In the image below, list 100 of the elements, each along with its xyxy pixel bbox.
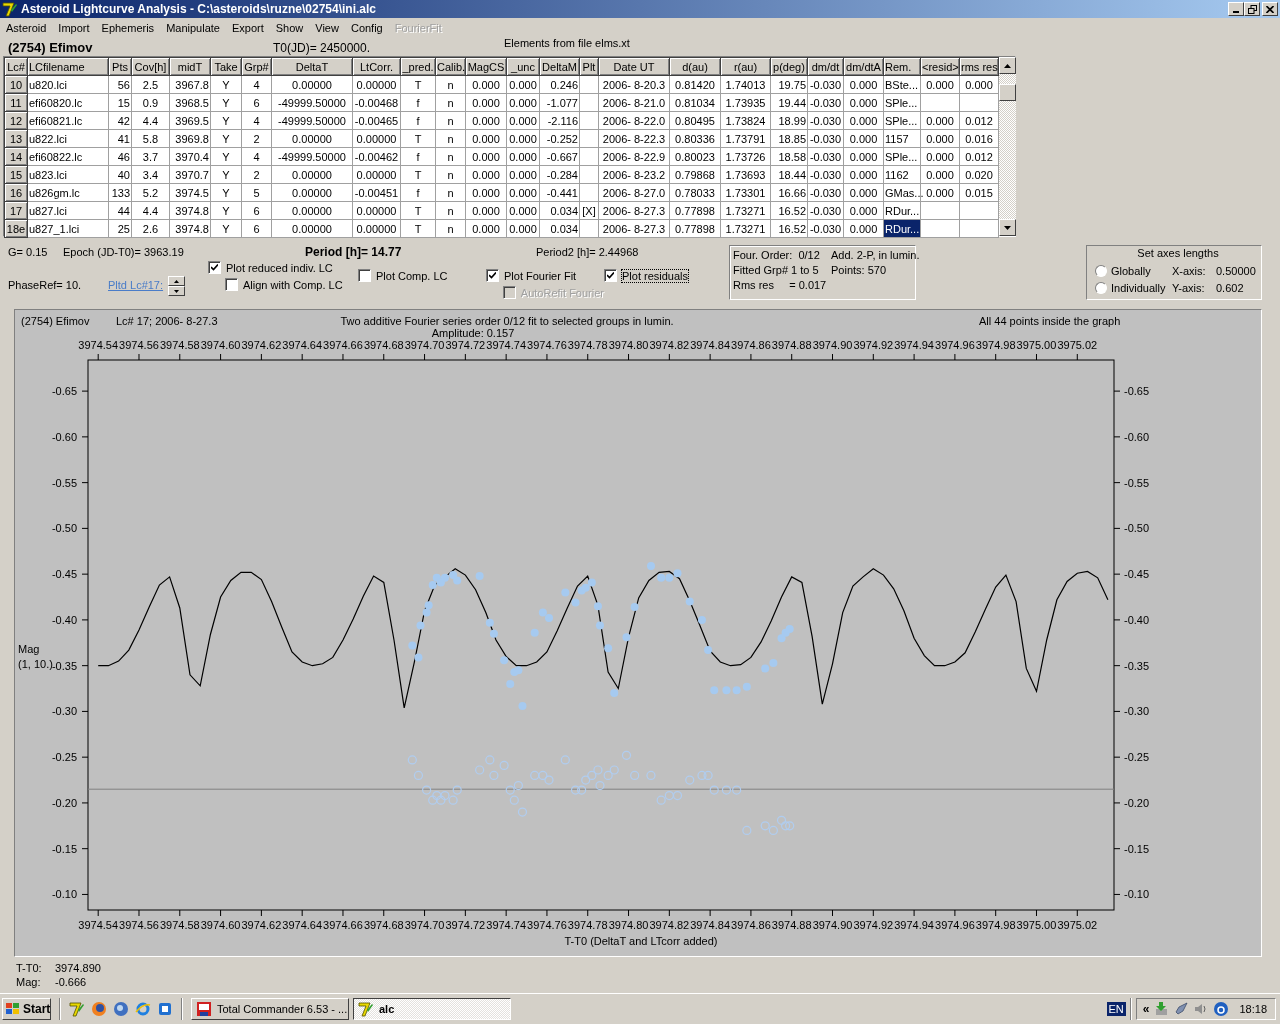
checkbox-label[interactable]: Plot residuals [622,269,689,282]
column-header[interactable]: dm/dtA [843,57,884,76]
spin-down-button[interactable] [168,286,185,296]
table-cell: -49999.50000 [271,147,353,166]
menu-item[interactable]: View [309,21,345,34]
table-cell: 19.44 [770,93,808,112]
menu-item[interactable]: Import [52,21,96,34]
column-header[interactable]: <resid> [920,57,960,76]
checkbox[interactable] [358,269,371,282]
column-header[interactable]: midT [169,57,211,76]
column-header[interactable]: _unc [506,57,540,76]
column-header[interactable]: Rem. [883,57,921,76]
column-header[interactable]: LtCorr. [352,57,401,76]
column-header[interactable]: LCfilename [27,57,109,76]
x-tick-label: 3974.72 [445,339,486,351]
start-button[interactable]: Start [2,997,51,1020]
table-cell: 0.9 [131,93,170,112]
radio-label[interactable]: Individually [1111,281,1172,294]
checkbox-label[interactable]: Align with Comp. LC [243,278,343,291]
data-point [785,625,794,634]
menu-item[interactable]: Ephemeris [95,21,161,34]
minimize-button[interactable] [1228,2,1244,16]
menu-item[interactable]: Export [225,21,270,34]
globe-icon[interactable] [91,1000,107,1017]
data-point [428,581,437,590]
checkmark-icon [211,264,218,271]
circle-icon[interactable] [1213,1000,1230,1017]
data-point [673,569,682,578]
x-tick-label: 3974.54 [78,919,119,931]
plot-heading: Two additive Fourier series order 0/12 fit to selected groups in lumin. [340,315,674,327]
table-cell: 2006- 8-27.0 [598,183,670,202]
y-tick-label: -0.20 [1124,796,1150,809]
fit-info-text: Rms res = 0.017 [733,279,828,291]
taskbar-button[interactable]: Total Commander 6.53 - ... [191,997,349,1020]
scroll-up-button[interactable] [999,57,1016,74]
table-cell: 3969.8 [169,129,211,148]
menu-item[interactable]: Show [269,21,310,34]
data-point [475,571,484,580]
table-cell: -0.030 [807,93,844,112]
menu-item[interactable]: Manipulate [160,21,226,34]
column-header[interactable]: p(deg) [770,57,808,76]
checkbox[interactable] [225,278,238,291]
data-point [732,686,741,695]
column-header[interactable]: DeltaM [539,57,580,76]
column-header[interactable]: Cov[h] [131,57,170,76]
table-cell: -0.00451 [352,183,401,202]
table-cell: 3.4 [131,165,170,184]
radio-button[interactable] [1095,281,1107,294]
show-hidden-icons-button[interactable]: « [1142,1001,1150,1016]
scrollbar-thumb[interactable] [999,84,1016,101]
table-cell: 0.00000 [271,219,353,238]
table-cell: 0.000 [465,93,507,112]
column-header[interactable]: Take [210,57,242,76]
checkbox[interactable] [208,261,221,274]
radio-button[interactable] [1095,264,1107,277]
close-button[interactable] [1262,2,1278,16]
table-cell: 46 [108,147,132,166]
checkbox-label[interactable]: Plot Comp. LC [376,269,448,282]
column-header[interactable]: Pts [108,57,132,76]
column-header[interactable]: rms res [959,57,999,76]
language-indicator[interactable]: EN [1106,1001,1126,1016]
flag-icon [6,1002,20,1015]
column-header[interactable]: dm/dt [807,57,844,76]
column-header[interactable]: Calib. [435,57,466,76]
globe-icon[interactable] [113,1000,129,1017]
rocket-icon[interactable] [1173,1000,1190,1017]
table-cell: 0.000 [920,147,960,166]
table-cell: 6 [241,201,272,220]
checkbox-label[interactable]: Plot Fourier Fit [504,269,577,282]
scroll-down-button[interactable] [999,219,1016,236]
menu-item[interactable]: Asteroid [0,21,53,34]
ring-icon[interactable] [135,1000,151,1017]
menu-item[interactable]: Config [344,21,389,34]
radio-label[interactable]: Globally [1111,264,1172,277]
table-cell: 2006- 8-23.2 [598,165,670,184]
document-icon[interactable] [157,1000,173,1017]
column-header[interactable]: r(au) [720,57,771,76]
column-header[interactable]: _pred. [400,57,436,76]
column-header[interactable]: DeltaT [271,57,353,76]
table-cell: 3970.4 [169,147,211,166]
column-header[interactable]: d(au) [669,57,721,76]
table-cell: 0.80023 [669,147,721,166]
column-header[interactable]: Lc# [4,57,28,76]
checkbox[interactable] [604,269,617,282]
table-cell: 4 [241,111,272,130]
table-cell: 1.74013 [720,75,771,94]
data-point [665,573,674,582]
restore-button[interactable] [1244,2,1260,16]
y-tick-label: -0.50 [51,522,77,535]
x-tick-label: 3974.94 [894,919,934,931]
spin-up-button[interactable] [168,276,185,286]
table-cell: efi60820.lc [27,93,109,112]
taskbar-button[interactable]: alc [353,997,511,1020]
table-cell: 0.000 [843,183,884,202]
column-header[interactable]: Grp# [241,57,272,76]
checkbox-label[interactable]: Plot reduced indiv. LC [226,261,333,274]
column-header[interactable]: Date UT [598,57,670,76]
column-header[interactable]: MagCS [465,57,507,76]
checkbox[interactable] [486,269,499,282]
y-tick-label: -0.65 [1124,385,1150,398]
